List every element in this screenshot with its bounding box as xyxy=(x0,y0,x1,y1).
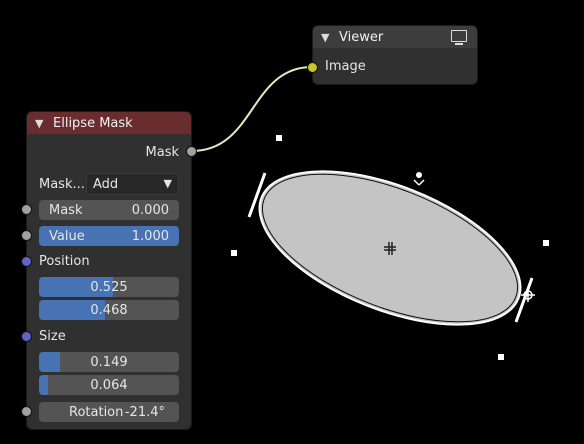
ellipse-mask-node[interactable]: ▼ Ellipse Mask Mask Mask... Add ▼ Mask 0… xyxy=(26,111,192,430)
mask-input-socket[interactable] xyxy=(21,204,32,215)
position-label: Position xyxy=(39,254,90,269)
chevron-down-icon[interactable]: ▼ xyxy=(35,117,49,130)
ellipse-mask-node-header[interactable]: ▼ Ellipse Mask xyxy=(27,112,191,134)
size-height-bar xyxy=(39,375,48,395)
node-title: Viewer xyxy=(339,29,384,45)
connection-wire[interactable] xyxy=(191,66,313,152)
field-label: Mask xyxy=(49,202,83,218)
size-label: Size xyxy=(39,329,66,344)
mask-output-socket[interactable] xyxy=(186,146,197,157)
field-value: 0.064 xyxy=(90,377,128,393)
mask-field[interactable]: Mask 0.000 xyxy=(39,200,179,220)
size-input-socket[interactable] xyxy=(21,331,32,342)
ellipse-corner-handle[interactable] xyxy=(543,240,549,246)
field-label: Value xyxy=(49,228,85,244)
mask-type-dropdown[interactable]: Add ▼ xyxy=(86,173,179,195)
field-value: 1.000 xyxy=(131,228,169,244)
ellipse-mask-gizmo[interactable] xyxy=(239,140,541,356)
ellipse-corner-handle[interactable] xyxy=(498,354,504,360)
image-input-socket[interactable] xyxy=(307,62,318,73)
rotation-input-socket[interactable] xyxy=(21,406,32,417)
value-input-socket[interactable] xyxy=(21,230,32,241)
viewer-node[interactable]: ▼ Viewer Image xyxy=(312,25,478,85)
position-y-field[interactable]: 0.468 xyxy=(39,300,179,320)
field-value: 0.525 xyxy=(90,279,128,295)
chevron-down-icon[interactable]: ▼ xyxy=(321,31,335,44)
input-label-image: Image xyxy=(325,59,366,74)
rotation-field[interactable]: Rotation -21.4° xyxy=(39,402,179,422)
size-width-bar xyxy=(39,352,60,372)
monitor-icon[interactable] xyxy=(451,30,467,45)
node-title: Ellipse Mask xyxy=(53,115,133,131)
output-label-mask: Mask xyxy=(145,145,179,160)
field-value: -21.4° xyxy=(124,404,165,420)
chevron-down-icon: ▼ xyxy=(163,177,172,190)
ellipse-top-handle[interactable] xyxy=(413,172,425,186)
size-width-field[interactable]: 0.149 xyxy=(39,352,179,372)
field-value: 0.468 xyxy=(90,302,128,318)
mask-type-value: Add xyxy=(93,176,119,192)
value-field[interactable]: Value 1.000 xyxy=(39,226,179,246)
ellipse-corner-handle[interactable] xyxy=(276,135,282,141)
field-value: 0.000 xyxy=(131,202,169,218)
mask-type-label: Mask... xyxy=(39,177,85,192)
position-x-field[interactable]: 0.525 xyxy=(39,277,179,297)
position-input-socket[interactable] xyxy=(21,256,32,267)
ellipse-corner-handle[interactable] xyxy=(231,250,237,256)
field-value: 0.149 xyxy=(90,354,128,370)
field-label: Rotation xyxy=(69,404,124,420)
viewer-node-header[interactable]: ▼ Viewer xyxy=(313,26,477,48)
size-height-field[interactable]: 0.064 xyxy=(39,375,179,395)
